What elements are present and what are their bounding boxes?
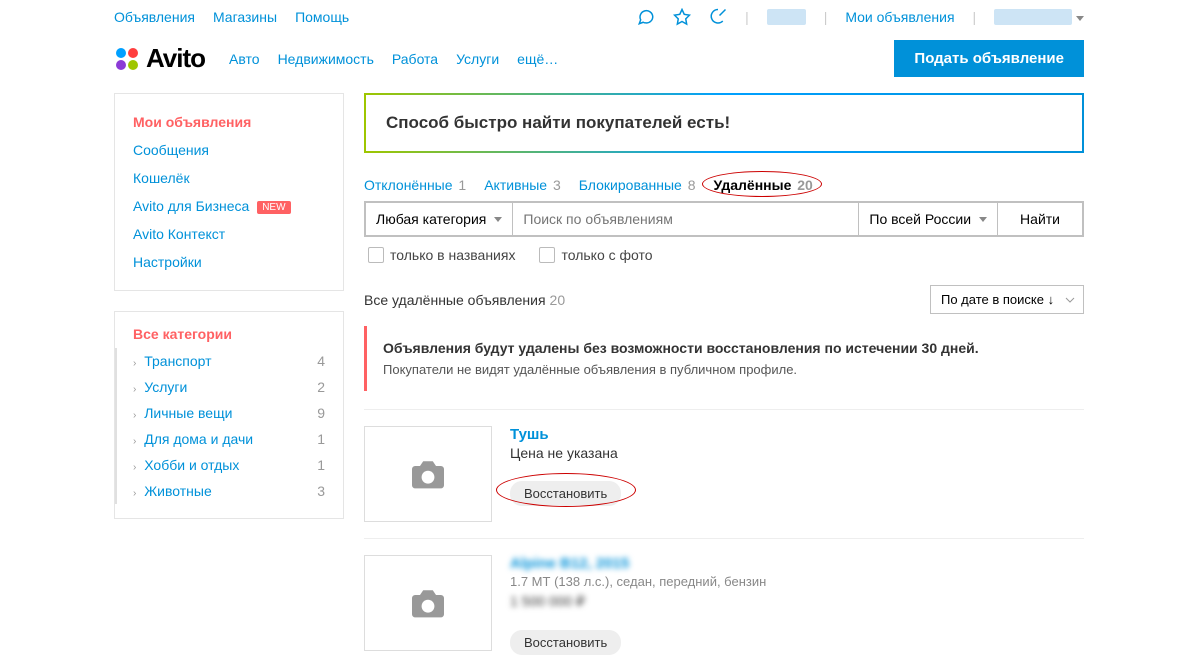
list-count: 20: [550, 292, 566, 308]
category-select[interactable]: Любая категория: [366, 203, 513, 235]
listing-thumbnail[interactable]: [364, 555, 492, 651]
navcat-auto[interactable]: Авто: [229, 51, 260, 67]
post-ad-button[interactable]: Подать объявление: [894, 40, 1084, 77]
user-menu[interactable]: username00: [994, 9, 1084, 25]
sidebar-item-myads[interactable]: Мои объявления: [133, 108, 325, 136]
listing-title[interactable]: Alpine B12, 2015: [510, 555, 1084, 572]
wallet-balance[interactable]: 00000: [767, 9, 806, 25]
navcat-services[interactable]: Услуги: [456, 51, 499, 67]
sidebar-cat-hobby[interactable]: › Хобби и отдых1: [115, 452, 325, 478]
new-badge: NEW: [257, 201, 290, 214]
camera-icon: [408, 458, 448, 490]
topnav-ads[interactable]: Объявления: [114, 9, 195, 25]
messages-icon[interactable]: [637, 8, 655, 26]
checkbox-icon: [368, 247, 384, 263]
sidebar-item-wallet[interactable]: Кошелёк: [133, 164, 325, 192]
tab-blocked[interactable]: Блокированные 8: [579, 177, 696, 193]
warning-text: Покупатели не видят удалённые объявления…: [383, 362, 1068, 377]
navcat-more[interactable]: ещё…: [517, 51, 558, 67]
restore-button[interactable]: Восстановить: [510, 630, 621, 655]
sidebar-menu: Мои объявления Сообщения Кошелёк Avito д…: [114, 93, 344, 291]
listing-item: Alpine B12, 2015 1.7 МТ (138 л.с.), седа…: [364, 538, 1084, 671]
sort-select[interactable]: По дате в поиске ↓: [930, 285, 1084, 314]
notifications-icon[interactable]: [709, 8, 727, 26]
sidebar-cat-services[interactable]: › Услуги2: [115, 374, 325, 400]
filter-titles-only[interactable]: только в названиях: [368, 247, 515, 263]
logo[interactable]: Avito: [114, 43, 205, 74]
listing-item: Тушь Цена не указана Восстановить: [364, 409, 1084, 538]
navcat-jobs[interactable]: Работа: [392, 51, 438, 67]
tab-rejected[interactable]: Отклонённые 1: [364, 177, 466, 193]
sidebar-cat-personal[interactable]: › Личные вещи9: [115, 400, 325, 426]
topnav-myads[interactable]: Мои объявления: [845, 9, 954, 25]
sidebar-cat-transport[interactable]: › Транспорт4: [115, 348, 325, 374]
search-button[interactable]: Найти: [997, 203, 1082, 235]
tab-active[interactable]: Активные 3: [484, 177, 561, 193]
search-bar: Любая категория По всей России Найти: [364, 201, 1084, 237]
region-select[interactable]: По всей России: [858, 203, 997, 235]
favorites-icon[interactable]: [673, 8, 691, 26]
checkbox-icon: [539, 247, 555, 263]
deletion-warning: Объявления будут удалены без возможности…: [364, 326, 1084, 391]
list-title: Все удалённые объявления: [364, 292, 546, 308]
restore-button[interactable]: Восстановить: [510, 481, 621, 506]
sidebar-item-settings[interactable]: Настройки: [133, 248, 325, 276]
topnav-help[interactable]: Помощь: [295, 9, 349, 25]
promo-banner[interactable]: Способ быстро найти покупателей есть!: [364, 93, 1084, 153]
navcat-realty[interactable]: Недвижимость: [278, 51, 374, 67]
logo-text: Avito: [146, 43, 205, 74]
listing-subtitle: 1.7 МТ (138 л.с.), седан, передний, бенз…: [510, 574, 1084, 589]
sidebar-item-context[interactable]: Avito Контекст: [133, 220, 325, 248]
warning-head: Объявления будут удалены без возможности…: [383, 340, 1068, 356]
listing-price: 1 500 000 ₽: [510, 593, 1084, 610]
listing-price: Цена не указана: [510, 445, 1084, 461]
topnav-shops[interactable]: Магазины: [213, 9, 277, 25]
tab-deleted[interactable]: Удалённые 20: [714, 177, 813, 193]
header: Avito Авто Недвижимость Работа Услуги ещ…: [114, 34, 1084, 93]
sidebar-cat-home[interactable]: › Для дома и дачи1: [115, 426, 325, 452]
logo-icon: [114, 46, 140, 72]
sidebar-categories: Все категории › Транспорт4 › Услуги2 › Л…: [114, 311, 344, 519]
sidebar-cat-animals[interactable]: › Животные3: [115, 478, 325, 504]
camera-icon: [408, 587, 448, 619]
topbar: Объявления Магазины Помощь | 00000 | Мои…: [114, 0, 1084, 34]
sidebar-item-business[interactable]: Avito для Бизнеса NEW: [133, 192, 325, 220]
search-input[interactable]: [513, 203, 858, 235]
filter-with-photo[interactable]: только с фото: [539, 247, 652, 263]
listing-title[interactable]: Тушь: [510, 426, 1084, 443]
listing-thumbnail[interactable]: [364, 426, 492, 522]
sidebar-cats-head: Все категории: [133, 326, 325, 348]
status-tabs: Отклонённые 1 Активные 3 Блокированные 8…: [364, 177, 1084, 193]
sidebar-item-messages[interactable]: Сообщения: [133, 136, 325, 164]
